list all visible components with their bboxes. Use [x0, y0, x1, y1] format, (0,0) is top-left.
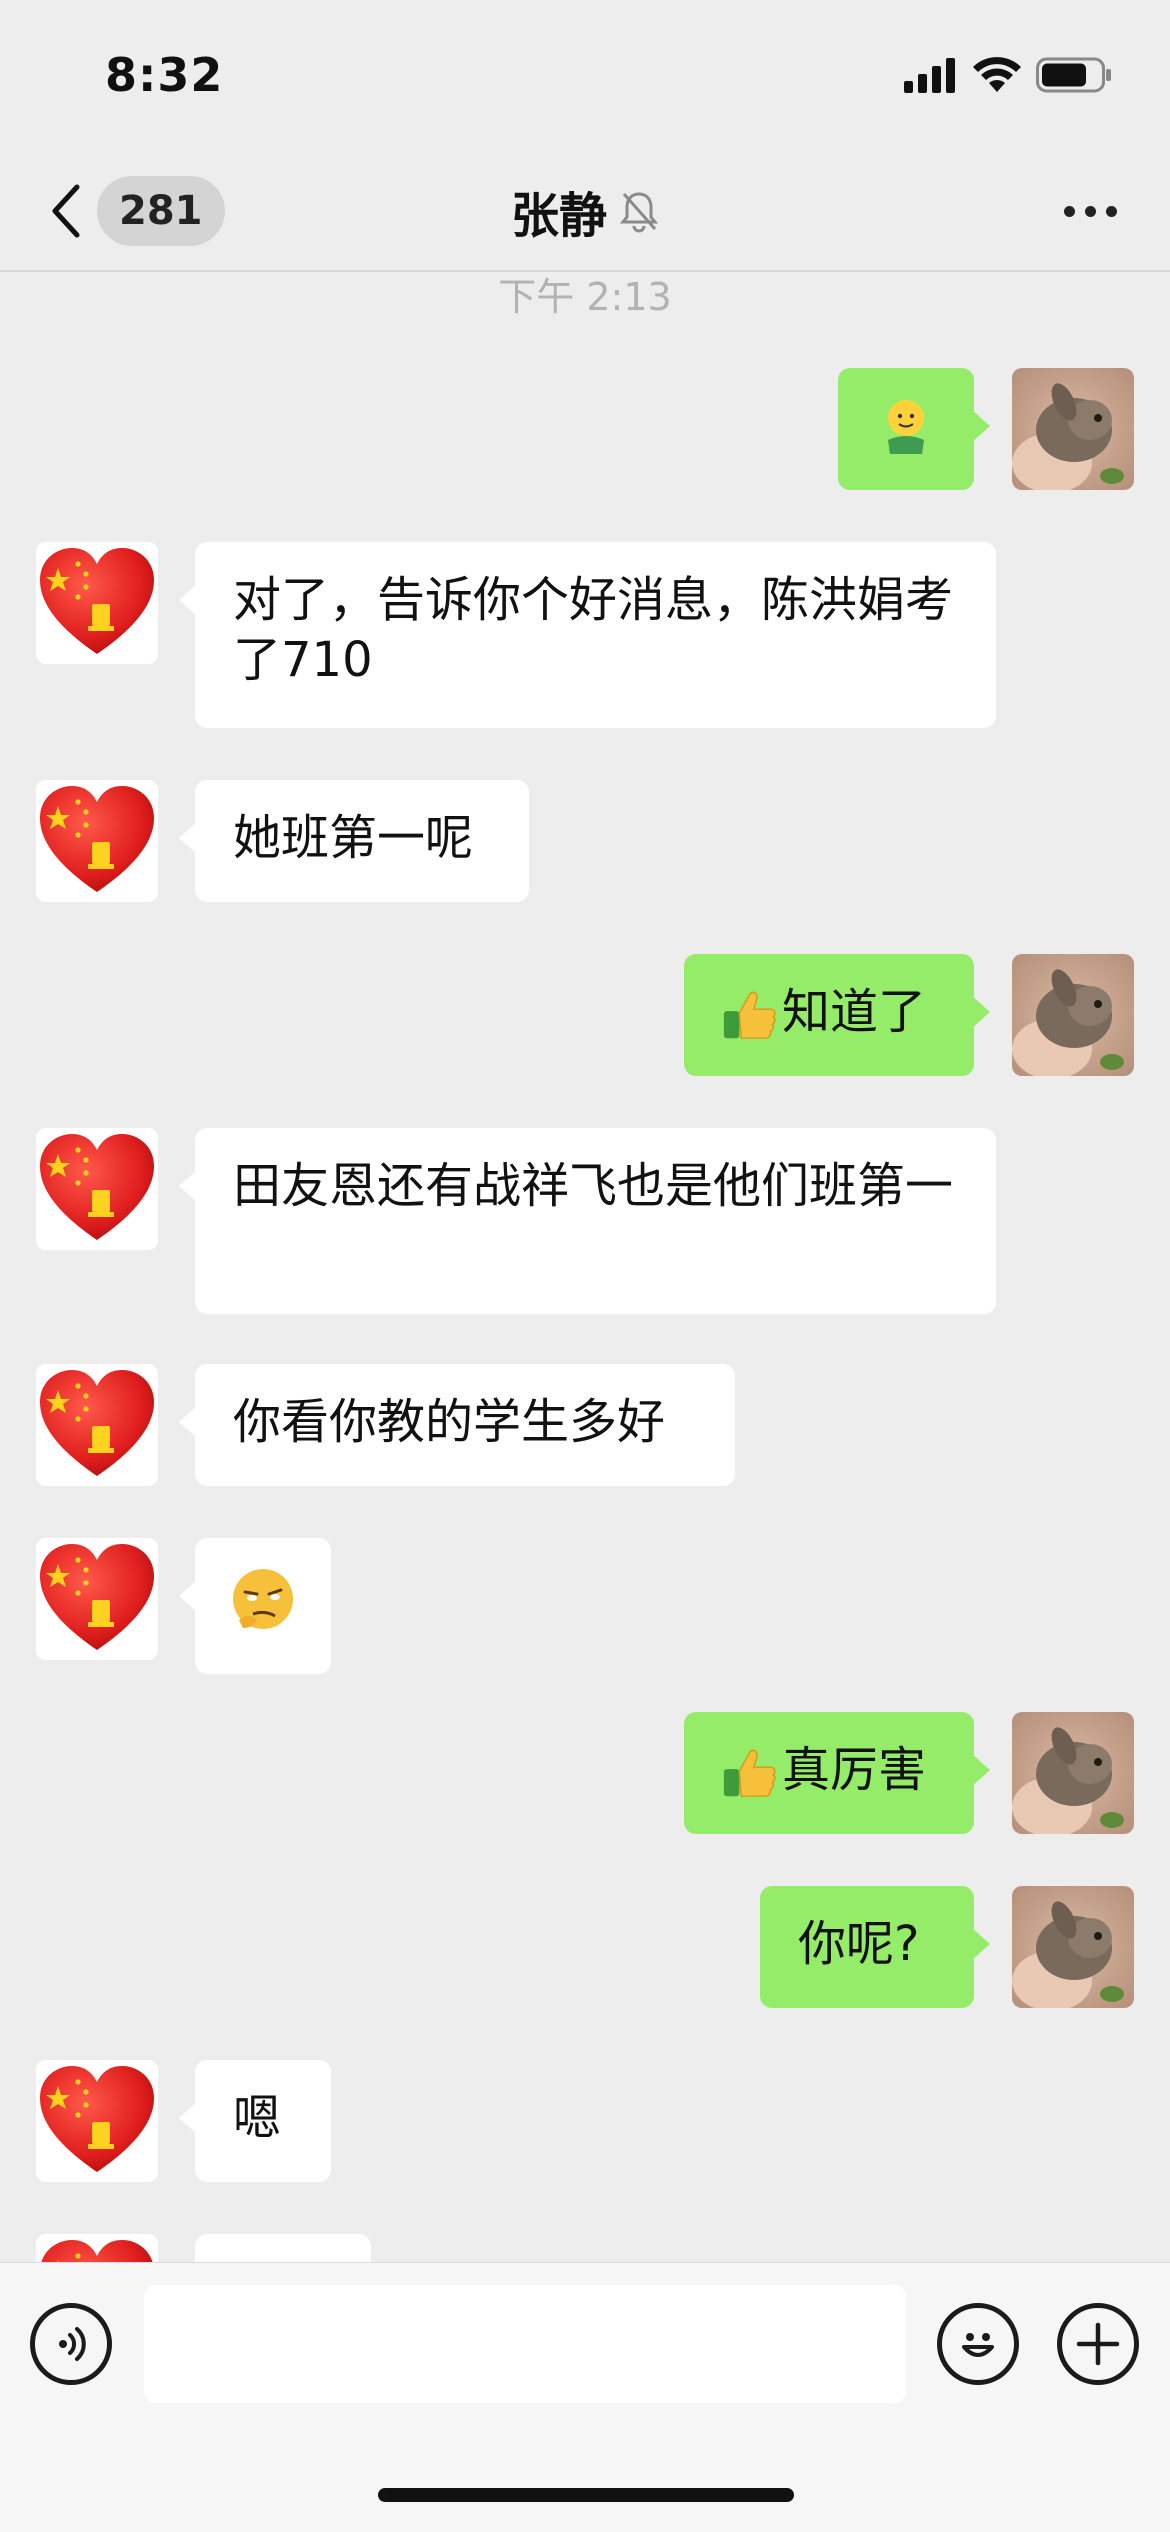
- more-options-button[interactable]: [1050, 176, 1130, 246]
- more-functions-button[interactable]: [1057, 2303, 1139, 2385]
- home-indicator[interactable]: [378, 2488, 794, 2502]
- message-bubble[interactable]: [195, 2234, 371, 2262]
- wifi-icon: [973, 57, 1021, 92]
- time-separator: 下午 2:13: [498, 275, 672, 319]
- sticker-bubble[interactable]: [838, 368, 990, 490]
- smirk-face-sticker-icon: [233, 1569, 293, 1629]
- contact-avatar[interactable]: [36, 2060, 158, 2182]
- contact-avatar[interactable]: [36, 2234, 158, 2262]
- status-time: 8:32: [105, 48, 224, 102]
- message-bubble[interactable]: 你呢?: [760, 1886, 990, 2008]
- more-dot-icon: [1063, 205, 1075, 217]
- smiling-person-sticker-icon: [888, 400, 924, 454]
- plus-icon: [1076, 2322, 1120, 2366]
- sticker-bubble[interactable]: [179, 1538, 331, 1674]
- battery-icon: [1036, 57, 1111, 93]
- contact-avatar[interactable]: [36, 542, 158, 664]
- smiley-face-icon: [962, 2333, 994, 2357]
- contact-avatar[interactable]: [36, 1128, 158, 1250]
- nav-bar: 281 张静: [0, 150, 1170, 272]
- status-bar: 8:32: [0, 0, 1170, 150]
- chat-title-group: 张静: [0, 176, 1170, 246]
- contact-avatar[interactable]: [36, 1538, 158, 1660]
- thumbs-up-icon: [723, 1749, 776, 1797]
- cellular-signal-icon: [904, 58, 955, 93]
- my-avatar[interactable]: [1012, 368, 1134, 490]
- contact-avatar[interactable]: [36, 780, 158, 902]
- voice-icon: [59, 2327, 86, 2361]
- my-avatar[interactable]: [1012, 1712, 1134, 1834]
- message-bubble[interactable]: 田友恩还有战祥飞也是他们班第一: [179, 1128, 996, 1314]
- emoji-button[interactable]: [937, 2303, 1019, 2385]
- my-avatar[interactable]: [1012, 954, 1134, 1076]
- message-bubble[interactable]: 她班第一呢: [179, 780, 529, 902]
- more-dot-icon: [1105, 205, 1117, 217]
- message-text: 真厉害: [782, 1742, 927, 1798]
- thumbs-up-icon: [723, 991, 776, 1039]
- voice-input-button[interactable]: [30, 2303, 112, 2385]
- status-icons: [904, 56, 1112, 94]
- message-text: 知道了: [782, 984, 927, 1040]
- contact-avatar[interactable]: [36, 1364, 158, 1486]
- chat-title: 张静: [510, 188, 607, 244]
- message-bubble[interactable]: 对了，告诉你个好消息，陈洪娟考了710: [179, 542, 996, 728]
- message-bubble[interactable]: 真厉害: [684, 1712, 990, 1834]
- message-bubble[interactable]: 嗯: [179, 2060, 331, 2182]
- message-bubble[interactable]: 你看你教的学生多好: [179, 1364, 735, 1486]
- more-dot-icon: [1084, 205, 1096, 217]
- message-bubble[interactable]: 知道了: [684, 954, 990, 1076]
- chat-message-list[interactable]: 下午 2:13 对了，告诉你个好消息，陈洪娟考了710 她班第一呢 知道了 田友…: [0, 272, 1170, 2262]
- message-input[interactable]: [144, 2285, 906, 2403]
- my-avatar[interactable]: [1012, 1886, 1134, 2008]
- muted-bell-icon: [619, 192, 659, 233]
